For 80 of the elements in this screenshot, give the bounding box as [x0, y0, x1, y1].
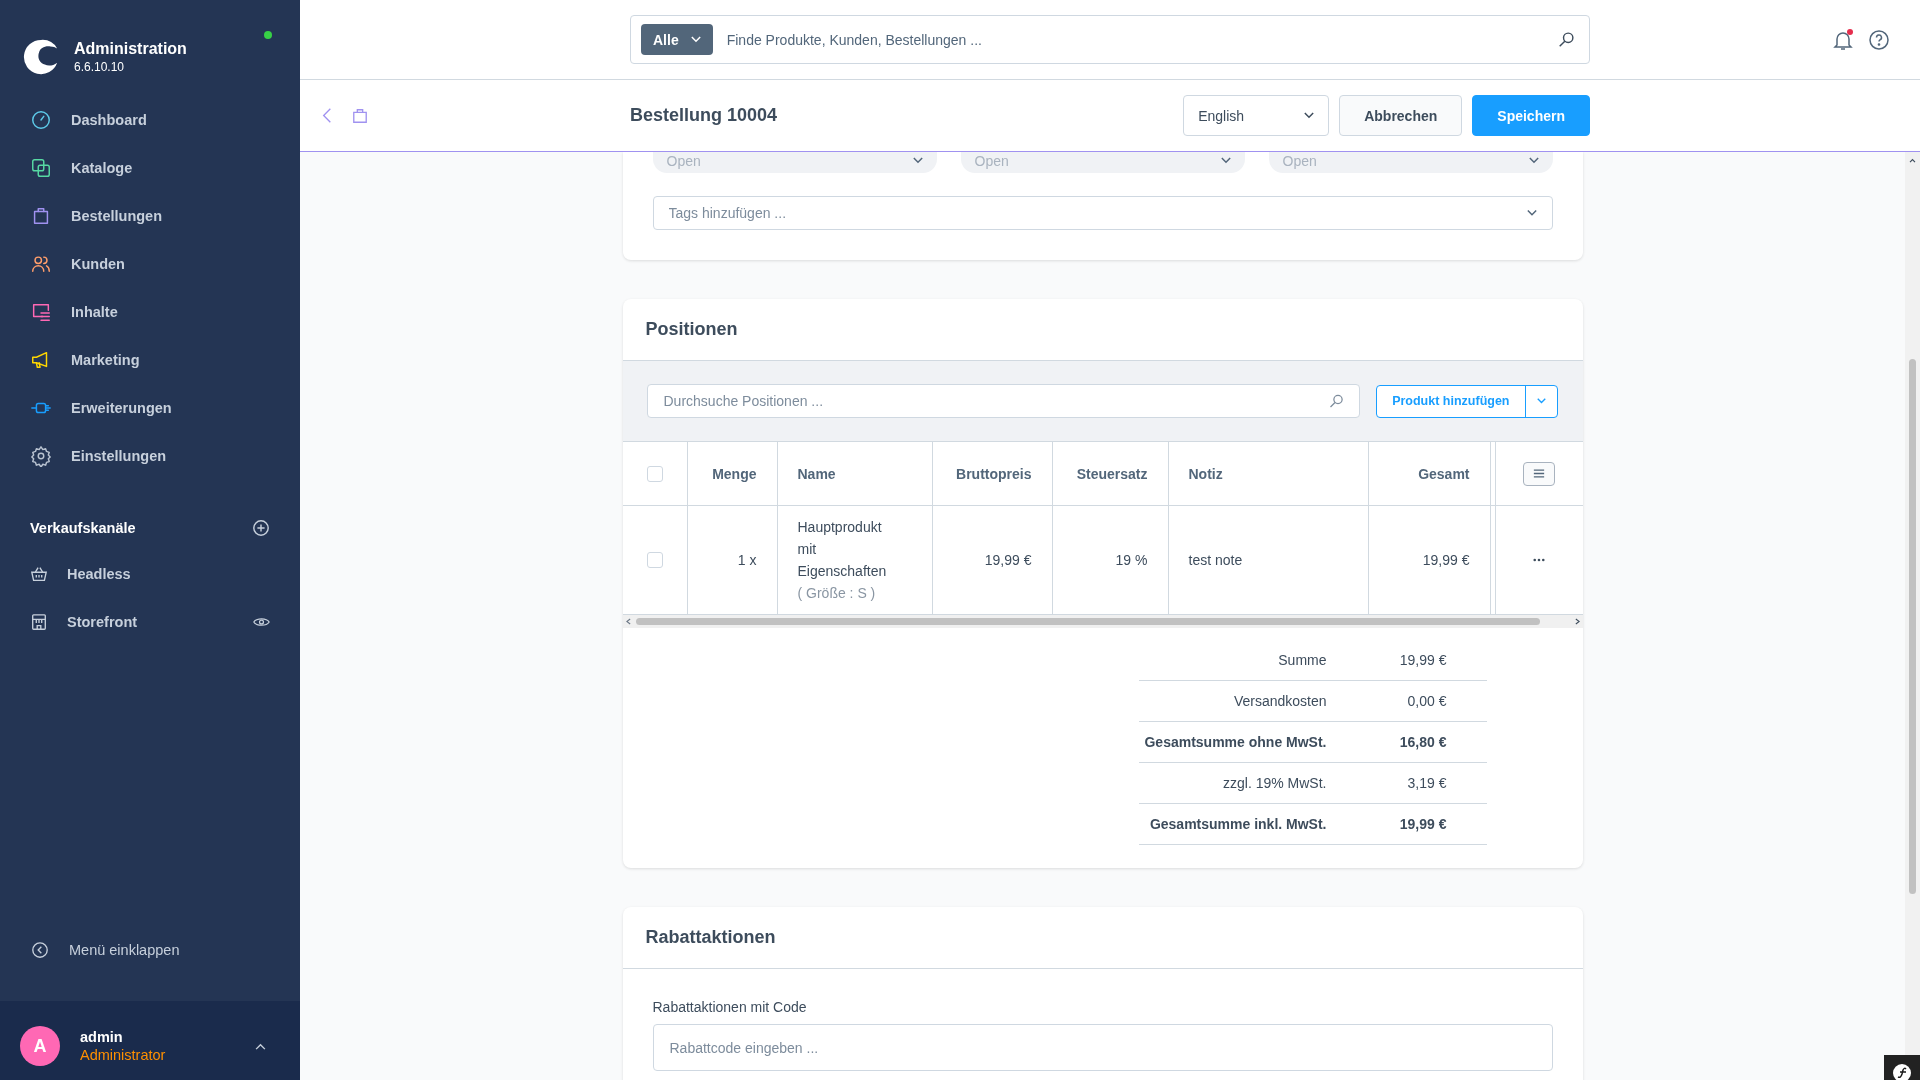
chevron-left-icon [31, 941, 49, 959]
caret-icon [690, 36, 701, 43]
store-icon [30, 613, 48, 631]
page-title: Bestellung 10004 [630, 105, 779, 126]
logo-icon [22, 38, 60, 76]
field-label: Rabattaktionen mit Code [652, 999, 808, 1015]
user-panel[interactable]: A admin Administrator [0, 1001, 300, 1080]
total-value: 19,99 € [1398, 652, 1447, 668]
nav-item[interactable]: Dashboard [0, 96, 300, 144]
chevron-up-icon [255, 1042, 266, 1050]
promotion-code-field[interactable]: Rabattcode eingeben ... [652, 1024, 1553, 1071]
user-role: Administrator [80, 1047, 167, 1063]
checkbox[interactable] [646, 465, 663, 482]
caret-icon [1220, 157, 1231, 164]
table-cell: test note [1168, 506, 1369, 614]
nav-item[interactable]: Kataloge [0, 144, 300, 192]
nav-item[interactable]: Inhalte [0, 288, 300, 336]
user-name: admin [80, 1029, 124, 1045]
total-value: 3,19 € [1406, 775, 1447, 791]
product-name: Hauptprodukt mit Eigenschaften [797, 518, 888, 581]
back-icon[interactable] [322, 107, 332, 124]
checkbox[interactable] [646, 552, 663, 568]
bag-icon [352, 107, 368, 124]
table-cell: 19 % [1052, 506, 1169, 614]
total-label: Summe [1277, 652, 1327, 668]
add-icon[interactable] [252, 519, 270, 537]
arrow-right-icon[interactable] [1574, 618, 1580, 625]
table-cell: 1 x [687, 506, 778, 614]
search-field[interactable]: Durchsuche Positionen ... [646, 384, 1361, 418]
column-header[interactable]: Steuersatz [1052, 442, 1169, 505]
total-value: 19,99 € [1398, 816, 1447, 832]
version-number: 6.6.10.10 [74, 60, 126, 74]
total-label: zzgl. 19% MwSt. [1222, 775, 1327, 791]
eye-icon[interactable] [253, 616, 270, 628]
avatar: A [20, 1026, 60, 1066]
nav-item[interactable]: Erweiterungen [0, 384, 300, 432]
collapse-menu-link[interactable]: Menü einklappen [0, 923, 300, 977]
table-cell: 19,99 € [932, 506, 1053, 614]
global-search-field[interactable]: Alle Finde Produkte, Kunden, Bestellungen ... [630, 15, 1590, 64]
nav-item[interactable]: Marketing [0, 336, 300, 384]
caret-icon [912, 157, 923, 164]
cancel-button[interactable]: Abbrechen [1339, 95, 1463, 136]
table-cell: 19,99 € [1368, 506, 1491, 614]
vertical-scrollbar[interactable] [1905, 152, 1920, 1055]
more-icon[interactable] [1533, 558, 1545, 562]
sales-channel-item[interactable]: Storefront [0, 598, 300, 646]
sales-channel-item[interactable]: Headless [0, 550, 300, 598]
total-value: 0,00 € [1406, 693, 1447, 709]
caret-icon[interactable] [1526, 209, 1537, 217]
column-header[interactable]: Menge [687, 442, 778, 505]
menu-icon [1533, 469, 1545, 478]
app-name: Administration [74, 40, 187, 58]
card-title: Rabattaktionen [622, 907, 1583, 969]
column-header[interactable]: Name [777, 442, 933, 505]
column-header[interactable]: Notiz [1168, 442, 1369, 505]
total-label: Gesamtsumme inkl. MwSt. [1148, 816, 1327, 832]
nav-item[interactable]: Einstellungen [0, 432, 300, 480]
caret-icon [1536, 398, 1546, 404]
nav-item[interactable]: Kunden [0, 240, 300, 288]
total-value: 16,80 € [1398, 734, 1447, 750]
language-select[interactable]: English [1183, 95, 1330, 136]
caret-icon [1528, 157, 1539, 164]
caret-icon [1304, 112, 1315, 119]
nav-item[interactable]: Bestellungen [0, 192, 300, 240]
total-label: Gesamtsumme ohne MwSt. [1143, 734, 1327, 750]
arrow-left-icon[interactable] [625, 618, 631, 625]
help-icon[interactable] [1868, 28, 1890, 51]
total-label: Versandkosten [1232, 693, 1327, 709]
horizontal-scrollbar[interactable] [622, 615, 1583, 628]
tags-field[interactable]: Tags hinzufügen ... [652, 196, 1553, 230]
bell-icon[interactable] [1832, 28, 1854, 51]
column-header[interactable]: Bruttopreis [932, 442, 1053, 505]
column-settings-button[interactable] [1523, 461, 1555, 486]
search-icon[interactable] [1558, 31, 1575, 48]
search-type-dropdown[interactable]: Alle [641, 24, 713, 55]
arrow-up-icon[interactable] [1909, 158, 1916, 163]
variant-label: ( Größe : S ) [797, 584, 876, 603]
basket-icon [30, 565, 48, 583]
section-title: Verkaufskanäle [30, 520, 136, 536]
column-header[interactable]: Gesamt [1368, 442, 1491, 505]
